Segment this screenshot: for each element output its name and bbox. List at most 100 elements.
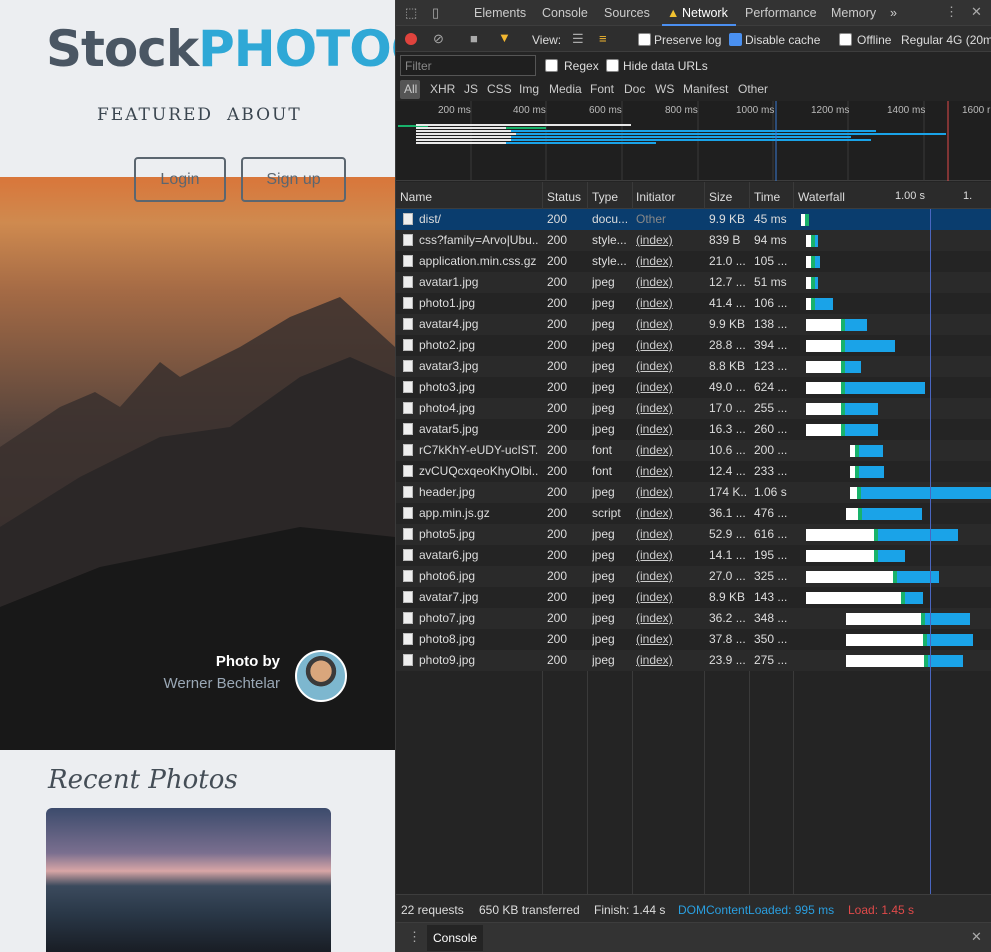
col-type[interactable]: Type — [592, 190, 618, 204]
inspect-icon[interactable]: ⬚ — [405, 5, 417, 21]
cell-init[interactable]: (index) — [636, 569, 702, 583]
table-row[interactable]: photo3.jpg 200 jpeg (index) 49.0 ... 624 ... — [396, 377, 991, 398]
type-filter-doc[interactable]: Doc — [624, 82, 645, 96]
preserve-log-checkbox[interactable] — [638, 33, 651, 46]
type-filter-xhr[interactable]: XHR — [430, 82, 455, 96]
table-row[interactable]: avatar4.jpg 200 jpeg (index) 9.9 KB 138 ... — [396, 314, 991, 335]
table-row[interactable]: photo5.jpg 200 jpeg (index) 52.9 ... 616 ... — [396, 524, 991, 545]
tab-network[interactable]: Network — [682, 6, 728, 20]
type-filter-other[interactable]: Other — [738, 82, 768, 96]
table-row[interactable]: photo9.jpg 200 jpeg (index) 23.9 ... 275 ... — [396, 650, 991, 671]
drawer-close-icon[interactable]: ✕ — [971, 929, 982, 945]
col-initiator[interactable]: Initiator — [636, 190, 675, 204]
tab-performance[interactable]: Performance — [745, 6, 817, 20]
col-name[interactable]: Name — [400, 190, 432, 204]
table-row[interactable]: rC7kKhY-eUDY-ucISТ... 200 font (index) 10.6 … — [396, 440, 991, 461]
tab-memory[interactable]: Memory — [831, 6, 876, 20]
table-row[interactable]: dist/200 docu... Other 9.9 KB 45 ms — [396, 209, 991, 230]
type-filter-all[interactable]: All — [404, 82, 417, 96]
list-view-icon[interactable]: ☰ — [572, 31, 584, 47]
tab-elements[interactable]: Elements — [474, 6, 526, 20]
table-row[interactable]: avatar6.jpg 200 jpeg (index) 14.1 ... 195 ... — [396, 545, 991, 566]
regex-checkbox[interactable] — [545, 59, 558, 72]
record-icon[interactable] — [405, 33, 417, 45]
site-logo[interactable]: StockPHOTOGR — [46, 20, 395, 78]
table-row[interactable]: photo8.jpg 200 jpeg (index) 37.8 ... 350 ... — [396, 629, 991, 650]
cell-init[interactable]: (index) — [636, 296, 702, 310]
type-filter-js[interactable]: JS — [464, 82, 478, 96]
table-row[interactable]: avatar5.jpg 200 jpeg (index) 16.3 ... 260 ... — [396, 419, 991, 440]
type-filter-manifest[interactable]: Manifest — [683, 82, 728, 96]
table-row[interactable]: photo6.jpg 200 jpeg (index) 27.0 ... 325 ... — [396, 566, 991, 587]
waterfall-download-bar — [905, 592, 923, 604]
cell-init[interactable]: (index) — [636, 464, 702, 478]
more-tabs-icon[interactable]: » — [890, 6, 897, 20]
table-row[interactable]: header.jpg 200 jpeg (index) 174 K... 1.06 s — [396, 482, 991, 503]
cell-init[interactable]: (index) — [636, 338, 702, 352]
cell-status: 200 — [547, 548, 568, 562]
cell-init[interactable]: (index) — [636, 254, 702, 268]
cell-status: 200 — [547, 296, 568, 310]
device-toolbar-icon[interactable]: ▯ — [432, 5, 439, 21]
type-filter-css[interactable]: CSS — [487, 82, 512, 96]
col-time[interactable]: Time — [754, 190, 780, 204]
type-filter-font[interactable]: Font — [590, 82, 614, 96]
throttle-select[interactable]: Regular 4G (20ms — [901, 33, 991, 47]
drawer-menu-icon[interactable]: ⋮ — [408, 929, 421, 945]
col-status[interactable]: Status — [547, 190, 581, 204]
cell-init[interactable]: (index) — [636, 485, 702, 499]
type-filter-media[interactable]: Media — [549, 82, 582, 96]
recent-photo-card[interactable] — [46, 808, 331, 952]
dcl-marker — [930, 209, 931, 894]
signup-button[interactable]: Sign up — [241, 157, 346, 202]
filter-input[interactable]: Filter — [400, 55, 536, 76]
table-row[interactable]: photo4.jpg 200 jpeg (index) 17.0 ... 255 ... — [396, 398, 991, 419]
login-button[interactable]: Login — [134, 157, 226, 202]
table-row[interactable]: avatar3.jpg 200 jpeg (index) 8.8 KB 123 ... — [396, 356, 991, 377]
cell-init[interactable]: (index) — [636, 611, 702, 625]
photographer-name[interactable]: Werner Bechtelar — [164, 675, 280, 692]
waterfall-view-icon[interactable]: ≡ — [599, 31, 607, 46]
cell-init[interactable]: (index) — [636, 380, 702, 394]
cell-init[interactable]: (index) — [636, 422, 702, 436]
photographer-avatar[interactable] — [295, 650, 347, 702]
table-row[interactable]: app.min.js.gz 200 script (index) 36.1 ... 476… — [396, 503, 991, 524]
cell-init[interactable]: (index) — [636, 359, 702, 373]
cell-init[interactable]: (index) — [636, 443, 702, 457]
kebab-menu-icon[interactable]: ⋮ — [945, 4, 958, 20]
col-waterfall[interactable]: Waterfall — [798, 190, 845, 204]
offline-checkbox[interactable] — [839, 33, 852, 46]
tab-sources[interactable]: Sources — [604, 6, 650, 20]
filter-icon[interactable]: ▼ — [498, 30, 511, 45]
table-row[interactable]: avatar1.jpg 200 jpeg (index) 12.7 ... 51 ms — [396, 272, 991, 293]
drawer-tab-console[interactable]: Console — [427, 925, 484, 951]
table-row[interactable]: photo1.jpg 200 jpeg (index) 41.4 ... 106 ... — [396, 293, 991, 314]
clear-icon[interactable]: ⊘ — [433, 31, 444, 47]
cell-init[interactable]: (index) — [636, 275, 702, 289]
nav-featured[interactable]: FEATURED — [97, 105, 213, 125]
disable-cache-checkbox[interactable] — [729, 33, 742, 46]
table-row[interactable]: zvCUQcxqeoKhyOlbi... 200 font (index) 12.4 .… — [396, 461, 991, 482]
cell-init[interactable]: (index) — [636, 317, 702, 331]
cell-init[interactable]: (index) — [636, 506, 702, 520]
screenshot-icon[interactable]: ■ — [470, 31, 478, 46]
cell-init[interactable]: (index) — [636, 233, 702, 247]
cell-init[interactable]: (index) — [636, 653, 702, 667]
hide-data-urls-checkbox[interactable] — [606, 59, 619, 72]
type-filter-img[interactable]: Img — [519, 82, 539, 96]
cell-init[interactable]: (index) — [636, 401, 702, 415]
type-filter-ws[interactable]: WS — [655, 82, 674, 96]
col-size[interactable]: Size — [709, 190, 732, 204]
nav-about[interactable]: ABOUT — [227, 105, 302, 125]
table-row[interactable]: application.min.css.gz 200 style... (index)… — [396, 251, 991, 272]
cell-init[interactable]: (index) — [636, 548, 702, 562]
cell-init[interactable]: (index) — [636, 527, 702, 541]
cell-init[interactable]: (index) — [636, 632, 702, 646]
cell-init[interactable]: (index) — [636, 590, 702, 604]
table-row[interactable]: photo2.jpg 200 jpeg (index) 28.8 ... 394 ... — [396, 335, 991, 356]
table-row[interactable]: css?family=Arvo|Ubu... 200 style... (index)… — [396, 230, 991, 251]
close-icon[interactable]: ✕ — [971, 4, 982, 20]
table-row[interactable]: photo7.jpg 200 jpeg (index) 36.2 ... 348 ... — [396, 608, 991, 629]
tab-console[interactable]: Console — [542, 6, 588, 20]
table-row[interactable]: avatar7.jpg 200 jpeg (index) 8.9 KB 143 ... — [396, 587, 991, 608]
